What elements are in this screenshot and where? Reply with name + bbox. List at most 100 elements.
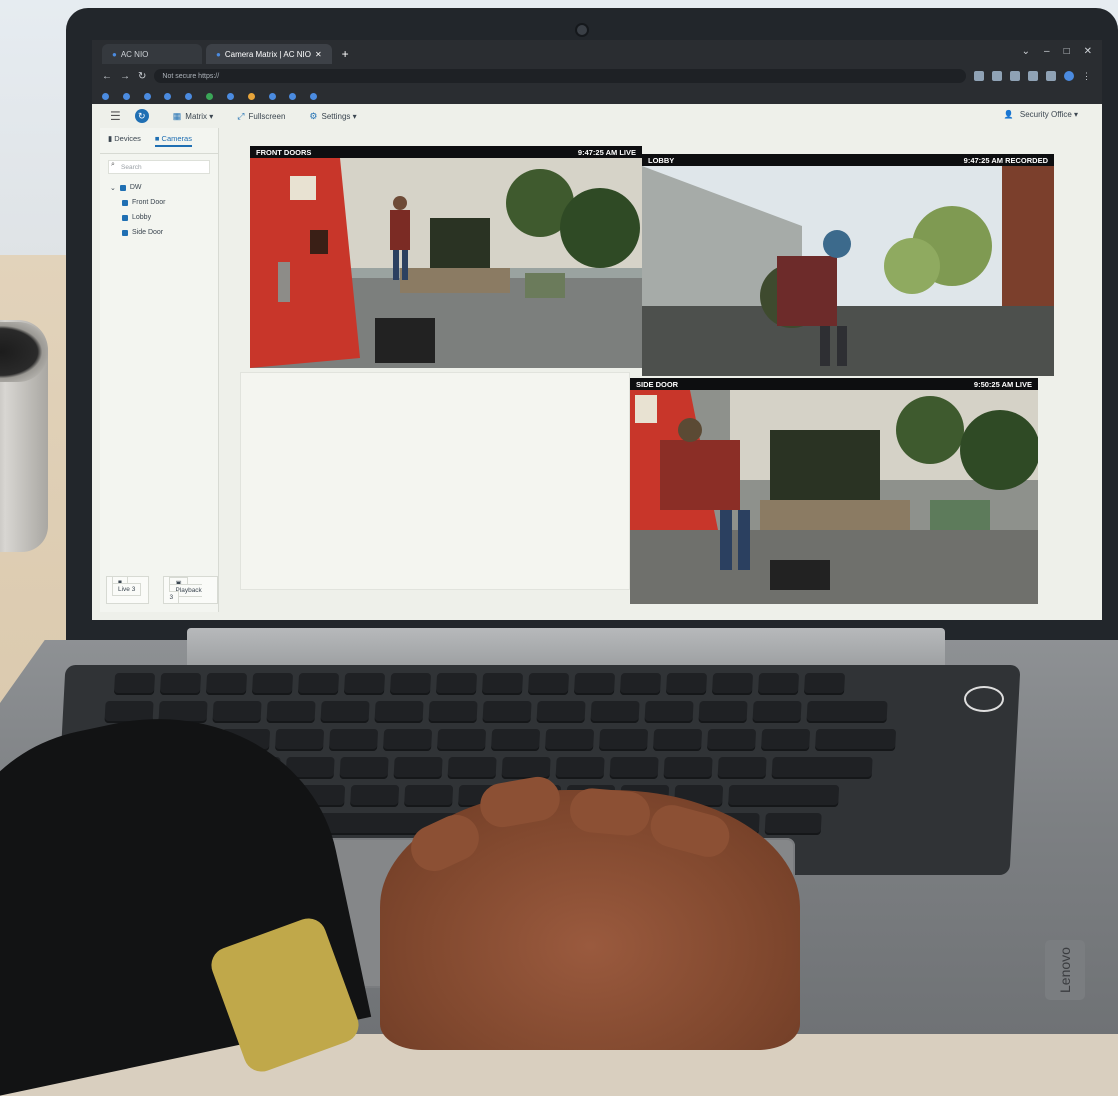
key[interactable] xyxy=(764,813,822,835)
key[interactable] xyxy=(806,701,888,723)
key[interactable] xyxy=(501,757,551,779)
key[interactable] xyxy=(297,673,340,695)
tab-cameras[interactable]: ■ Cameras xyxy=(154,134,192,147)
forward-icon[interactable]: → xyxy=(120,71,130,82)
key[interactable] xyxy=(590,701,640,723)
key[interactable] xyxy=(389,673,432,695)
fullscreen-button[interactable]: ⤢ Fullscreen xyxy=(237,111,285,122)
camera-tile-empty[interactable] xyxy=(240,372,630,590)
camera-tile-side-door[interactable]: SIDE DOOR 9:50:25 AM LIVE xyxy=(630,378,1038,604)
key[interactable] xyxy=(706,729,757,751)
key[interactable] xyxy=(598,729,649,751)
star-icon[interactable] xyxy=(992,71,1002,81)
checkbox[interactable] xyxy=(119,184,126,191)
bookmark-item[interactable] xyxy=(226,93,239,101)
hamburger-icon[interactable]: ☰ xyxy=(110,109,121,123)
key[interactable] xyxy=(393,757,443,779)
key[interactable] xyxy=(251,673,294,695)
tree-item-dw[interactable]: ⌄ DW xyxy=(110,180,218,195)
key[interactable] xyxy=(404,785,454,807)
camera-tile-front-doors[interactable]: FRONT DOORS 9:47:25 AM LIVE xyxy=(250,146,642,368)
key[interactable] xyxy=(771,757,873,779)
playback-button[interactable]: ▣ Playback 3 xyxy=(163,576,218,604)
key[interactable] xyxy=(555,757,605,779)
bookmark-item[interactable] xyxy=(206,93,218,101)
maximize-button[interactable]: □ xyxy=(1064,46,1070,57)
tree-item-front-door[interactable]: Front Door xyxy=(110,195,218,210)
key[interactable] xyxy=(652,729,703,751)
key[interactable] xyxy=(752,701,802,723)
key[interactable] xyxy=(339,757,389,779)
key[interactable] xyxy=(760,729,811,751)
key[interactable] xyxy=(663,757,713,779)
key[interactable] xyxy=(428,701,478,723)
key[interactable] xyxy=(374,701,424,723)
extension-icon[interactable] xyxy=(1010,71,1020,81)
tree-item-lobby[interactable]: Lobby xyxy=(110,210,218,225)
key[interactable] xyxy=(274,729,325,751)
checkbox[interactable] xyxy=(122,229,128,236)
bookmark-item[interactable] xyxy=(164,93,176,101)
new-tab-button[interactable]: + xyxy=(336,44,355,64)
checkbox[interactable] xyxy=(122,214,128,221)
key[interactable] xyxy=(328,729,379,751)
key[interactable] xyxy=(644,701,694,723)
key[interactable] xyxy=(113,673,156,695)
reload-icon[interactable]: ↻ xyxy=(138,71,146,82)
url-input[interactable]: Not secure https:// xyxy=(154,69,966,83)
key[interactable] xyxy=(665,673,708,695)
search-input[interactable]: ⌕ Search xyxy=(108,160,210,174)
share-icon[interactable] xyxy=(974,71,984,81)
key[interactable] xyxy=(619,673,662,695)
profile-avatar[interactable] xyxy=(1064,71,1074,81)
key[interactable] xyxy=(711,673,754,695)
bookmark-item[interactable] xyxy=(122,93,135,101)
key[interactable] xyxy=(481,673,524,695)
key[interactable] xyxy=(159,673,202,695)
bookmark-item[interactable] xyxy=(102,93,114,101)
live-button[interactable]: ■ Live 3 xyxy=(106,576,150,604)
key[interactable] xyxy=(212,701,262,723)
tab-devices[interactable]: ▮ Devices xyxy=(108,134,141,147)
key[interactable] xyxy=(698,701,748,723)
bookmark-item[interactable] xyxy=(310,93,322,101)
key[interactable] xyxy=(205,673,248,695)
sidebar-icon[interactable] xyxy=(1046,71,1056,81)
tree-item-side-door[interactable]: Side Door xyxy=(110,225,218,240)
bookmark-item[interactable] xyxy=(289,93,301,101)
bookmark-item[interactable] xyxy=(247,93,260,101)
key[interactable] xyxy=(266,701,316,723)
key[interactable] xyxy=(757,673,800,695)
puzzle-icon[interactable] xyxy=(1028,71,1038,81)
key[interactable] xyxy=(447,757,497,779)
key[interactable] xyxy=(350,785,400,807)
key[interactable] xyxy=(717,757,767,779)
key[interactable] xyxy=(343,673,386,695)
power-button[interactable] xyxy=(964,686,1004,712)
close-window-button[interactable]: ✕ xyxy=(1084,46,1092,57)
key[interactable] xyxy=(382,729,433,751)
key[interactable] xyxy=(320,701,370,723)
bookmark-item[interactable] xyxy=(268,93,281,101)
key[interactable] xyxy=(527,673,570,695)
key[interactable] xyxy=(490,729,541,751)
tab-ac-nio[interactable]: ● AC NIO xyxy=(102,44,202,64)
key[interactable] xyxy=(544,729,595,751)
bookmark-item[interactable] xyxy=(185,93,197,101)
chevron-down-icon[interactable]: ⌄ xyxy=(110,184,116,192)
key[interactable] xyxy=(436,729,487,751)
more-icon[interactable]: ⋮ xyxy=(1082,71,1092,81)
site-selector[interactable]: 👤 Security Office ▾ xyxy=(1004,110,1078,119)
key[interactable] xyxy=(803,673,846,695)
bookmark-item[interactable] xyxy=(143,93,156,101)
key[interactable] xyxy=(435,673,478,695)
checkbox[interactable] xyxy=(122,199,128,206)
close-icon[interactable]: ✕ xyxy=(315,50,322,59)
settings-button[interactable]: ⚙ Settings ▾ xyxy=(309,111,356,122)
key[interactable] xyxy=(536,701,586,723)
tab-camera-matrix[interactable]: ● Camera Matrix | AC NIO ✕ xyxy=(206,44,332,64)
minimize-button[interactable]: – xyxy=(1044,46,1050,57)
key[interactable] xyxy=(728,785,840,807)
key[interactable] xyxy=(609,757,659,779)
chevron-down-icon[interactable]: ⌄ xyxy=(1022,46,1030,57)
